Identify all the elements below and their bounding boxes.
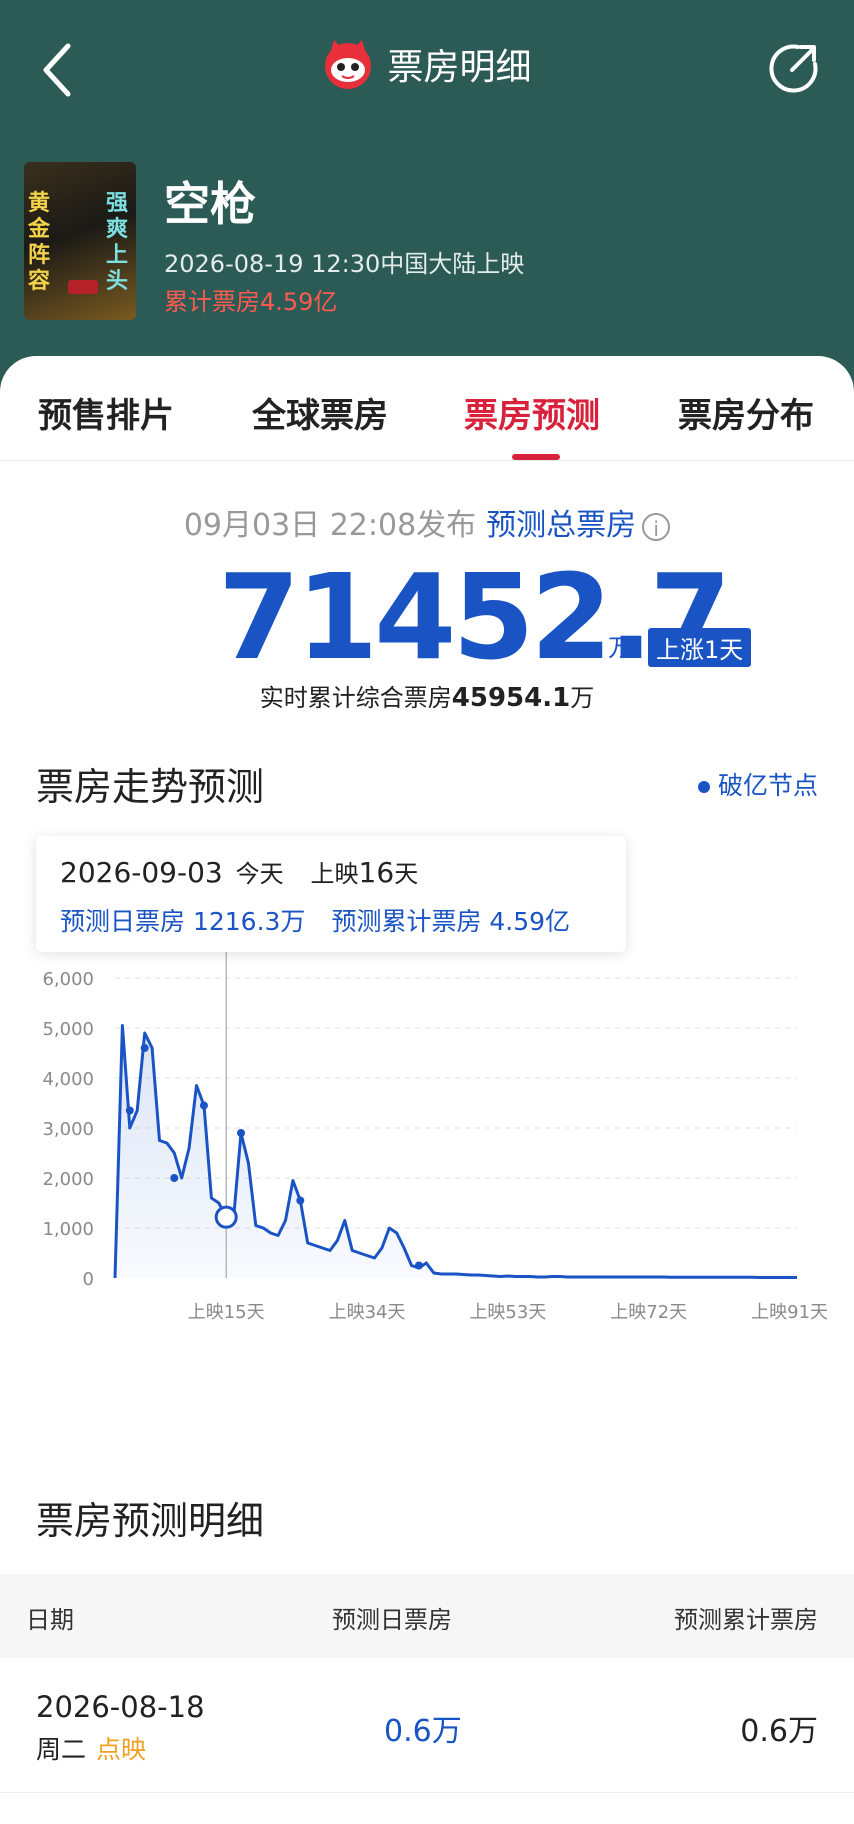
tooltip-day-prefix: 上映 xyxy=(310,860,359,888)
page-title: 票房明细 xyxy=(387,47,532,88)
status-badge: 上涨1天 xyxy=(648,628,752,667)
milestone-point xyxy=(125,1106,134,1115)
tooltip-daily: 预测日票房 1216.3万 xyxy=(60,907,306,936)
x-tick-label: 上映91天 xyxy=(751,1302,828,1323)
series-area xyxy=(115,1025,797,1278)
legend-label: 破亿节点 xyxy=(717,771,818,800)
tab-presale[interactable]: 预售排片 xyxy=(38,388,174,437)
y-tick-label: 5,000 xyxy=(42,1019,94,1040)
col-cumulative: 预测累计票房 xyxy=(674,1606,818,1634)
milestone-point xyxy=(140,1044,149,1052)
forecast-published: 09月03日 22:08发布 预测总票房 i xyxy=(0,500,854,544)
movie-poster[interactable]: 黄金阵容 强爽上头 xyxy=(24,162,136,320)
y-tick-label: 0 xyxy=(83,1269,94,1290)
poster-text-left: 黄金阵容 xyxy=(28,190,51,294)
tooltip-today: 今天 xyxy=(235,860,284,888)
table-row[interactable]: 2026-08-18 周二 点映 0.6万 0.6万 xyxy=(0,1658,854,1793)
detail-title: 票房预测明细 xyxy=(36,1499,265,1543)
milestone-point xyxy=(199,1101,208,1110)
tooltip-values: 预测日票房 1216.3万 预测累计票房 4.59亿 xyxy=(60,902,570,938)
col-daily: 预测日票房 xyxy=(332,1606,452,1634)
realtime-unit: 万 xyxy=(570,684,595,712)
highlight-point xyxy=(214,1205,238,1229)
realtime-label: 实时累计综合票房 xyxy=(259,684,452,712)
milestone-point xyxy=(296,1196,305,1205)
row-cumulative: 0.6万 xyxy=(740,1714,818,1749)
forecast-total-unit: 万 xyxy=(608,634,632,662)
cat-logo-icon xyxy=(325,40,372,89)
legend-dot-icon xyxy=(697,781,710,793)
movie-title: 空枪 xyxy=(164,177,256,231)
publish-time: 09月03日 22:08发布 xyxy=(183,508,477,543)
tooltip-day-suffix: 天 xyxy=(394,860,419,888)
forecast-chart[interactable]: 6,000 5,000 4,000 3,000 2,000 1,000 0 上映15天 上映34… xyxy=(0,950,854,1330)
tooltip-cumulative: 预测累计票房 4.59亿 xyxy=(331,907,571,936)
col-date: 日期 xyxy=(26,1606,74,1634)
brand: 票房明细 xyxy=(0,38,854,90)
y-tick-label: 4,000 xyxy=(42,1069,94,1090)
y-tick-label: 3,000 xyxy=(42,1119,94,1140)
movie-release: 2026-08-19 12:30中国大陆上映 xyxy=(164,250,525,278)
tab-indicator xyxy=(512,454,560,460)
chart-legend[interactable]: 破亿节点 xyxy=(697,766,818,802)
row-weekday: 周二 点映 xyxy=(36,1730,146,1766)
y-tick-label: 2,000 xyxy=(42,1169,94,1190)
milestone-point xyxy=(414,1261,423,1270)
nav-bar: 票房明细 xyxy=(0,0,854,140)
share-icon[interactable] xyxy=(768,42,820,94)
x-tick-label: 上映34天 xyxy=(329,1302,406,1323)
trend-title: 票房走势预测 xyxy=(36,765,265,809)
movie-box-office: 累计票房4.59亿 xyxy=(164,288,338,316)
tab-forecast[interactable]: 票房预测 xyxy=(464,388,600,437)
milestone-point xyxy=(170,1174,179,1182)
x-tick-label: 上映15天 xyxy=(188,1302,265,1323)
info-icon[interactable]: i xyxy=(642,512,671,541)
x-tick-label: 上映72天 xyxy=(610,1302,687,1323)
y-tick-label: 1,000 xyxy=(42,1219,94,1240)
tab-bar: 预售排片 全球票房 票房预测 票房分布 xyxy=(0,356,854,461)
table-header: 日期 预测日票房 预测累计票房 xyxy=(0,1574,854,1658)
weekday: 周二 xyxy=(36,1735,87,1764)
tab-global[interactable]: 全球票房 xyxy=(252,388,388,437)
row-date: 2026-08-18 xyxy=(36,1690,205,1724)
tab-distribution[interactable]: 票房分布 xyxy=(678,388,814,437)
forecast-total-label: 预测总票房 xyxy=(486,508,637,543)
x-tick-label: 上映53天 xyxy=(469,1302,546,1323)
row-daily: 0.6万 xyxy=(384,1714,462,1749)
realtime-value: 45954.1 xyxy=(451,683,571,713)
tooltip-date: 2026-09-03 xyxy=(60,856,223,889)
milestone-point xyxy=(237,1129,246,1137)
row-tag: 点映 xyxy=(96,1735,147,1764)
poster-text-right: 强爽上头 xyxy=(106,190,129,294)
tooltip-day-num: 16 xyxy=(358,856,395,889)
tooltip-header: 2026-09-03 今天 上映16天 xyxy=(60,854,418,889)
chart-tooltip: 2026-09-03 今天 上映16天 预测日票房 1216.3万 预测累计票房 … xyxy=(36,836,626,952)
poster-decoration xyxy=(68,280,98,294)
y-tick-label: 6,000 xyxy=(42,969,94,990)
realtime-box-office: 实时累计综合票房45954.1万 xyxy=(0,678,854,713)
